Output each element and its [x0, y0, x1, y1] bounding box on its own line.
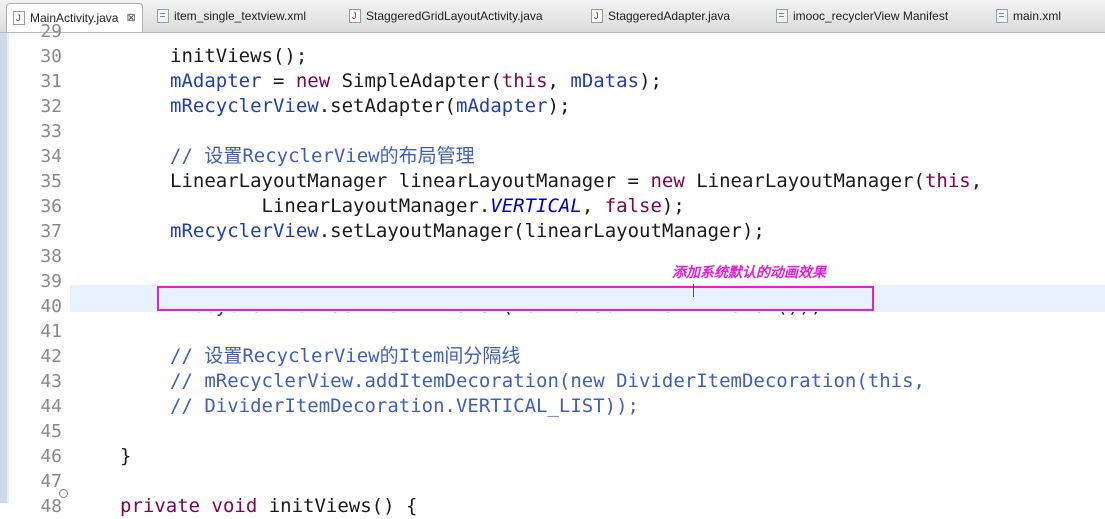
annotation-text: 添加系统默认的动画效果	[672, 265, 826, 281]
code-token: // 设置RecyclerView的Item间分隔线	[170, 345, 521, 367]
code-line[interactable]: 48 private void initViews() {	[0, 494, 1105, 519]
code-text: mRecyclerView.setLayoutManager(linearLay…	[170, 219, 765, 244]
code-token: mRecyclerView	[170, 220, 319, 242]
code-text: // 设置RecyclerView的Item间分隔线	[170, 344, 520, 369]
code-line[interactable]: 30 initViews();	[0, 44, 1105, 69]
annotation-highlight-box	[157, 286, 874, 311]
fold-icon[interactable]	[59, 489, 68, 498]
code-token: void	[211, 495, 258, 517]
code-token: =	[261, 70, 296, 92]
code-line[interactable]: 47	[0, 469, 1105, 494]
code-line[interactable]: 34 // 设置RecyclerView的布局管理	[0, 144, 1105, 169]
code-text: initViews();	[170, 44, 307, 69]
code-line[interactable]: 43 // mRecyclerView.addItemDecoration(new…	[0, 369, 1105, 394]
code-token: // 设置RecyclerView的布局管理	[170, 145, 475, 167]
code-line[interactable]: 46}	[0, 444, 1105, 469]
code-token: LinearLayoutManager linearLayoutManager …	[170, 170, 651, 192]
code-token: LinearLayoutManager.	[170, 195, 491, 217]
code-line[interactable]: 45	[0, 419, 1105, 444]
code-line[interactable]: 38	[0, 244, 1105, 269]
code-text: LinearLayoutManager.VERTICAL, false);	[170, 194, 685, 219]
line-number: 33	[40, 121, 62, 142]
line-number: 36	[40, 196, 62, 217]
code-text: private void initViews() {	[120, 494, 417, 519]
code-token: ,	[970, 170, 983, 192]
line-number: 32	[40, 96, 62, 117]
code-token: LinearLayoutManager(	[684, 170, 925, 192]
line-number: 45	[40, 421, 62, 442]
line-number: 34	[40, 146, 62, 167]
code-text: mRecyclerView.setAdapter(mAdapter);	[170, 94, 570, 119]
code-token: mAdapter	[170, 70, 262, 92]
code-text: // mRecyclerView.addItemDecoration(new D…	[170, 369, 925, 394]
code-text: LinearLayoutManager linearLayoutManager …	[170, 169, 982, 194]
code-token: initViews();	[170, 45, 308, 67]
code-token: );	[639, 70, 662, 92]
line-number: 41	[40, 321, 62, 342]
code-text: // 设置RecyclerView的布局管理	[170, 144, 475, 169]
code-token: SimpleAdapter(	[330, 70, 502, 92]
code-line[interactable]: 31 mAdapter = new SimpleAdapter(this, mDa…	[0, 69, 1105, 94]
line-number: 30	[40, 46, 62, 67]
line-number: 39	[40, 271, 62, 292]
code-text: // DividerItemDecoration.VERTICAL_LIST))…	[170, 394, 639, 419]
line-number: 35	[40, 171, 62, 192]
code-line[interactable]: 42 // 设置RecyclerView的Item间分隔线	[0, 344, 1105, 369]
line-number: 47	[40, 471, 62, 492]
code-token: .setLayoutManager(linearLayoutManager);	[318, 220, 765, 242]
code-token: false	[604, 195, 662, 217]
code-text: }	[120, 444, 131, 469]
line-number: 40	[40, 296, 62, 317]
line-number: 48	[40, 496, 62, 517]
code-token: );	[547, 95, 571, 117]
code-token: }	[120, 445, 132, 467]
line-number: 42	[40, 346, 62, 367]
line-number: 44	[40, 396, 62, 417]
code-token: this	[924, 170, 971, 192]
code-line[interactable]: 29	[0, 19, 1105, 44]
code-token: );	[661, 195, 685, 217]
code-editor[interactable]: 29 30 initViews(); 31 mAdapter = new SimpleA…	[0, 21, 1105, 517]
text-cursor	[693, 284, 694, 297]
code-line[interactable]: 35 LinearLayoutManager linearLayoutManage…	[0, 169, 1105, 194]
code-token: ,	[547, 70, 571, 92]
code-token: .setAdapter(	[318, 95, 456, 117]
code-token: mDatas	[570, 70, 640, 92]
code-line[interactable]: 36 LinearLayoutManager.VERTICAL, false);	[0, 194, 1105, 219]
code-text: mAdapter = new SimpleAdapter(this, mData…	[170, 69, 662, 94]
code-line[interactable]: 44 // DividerItemDecoration.VERTICAL_LIST…	[0, 394, 1105, 419]
line-number: 43	[40, 371, 62, 392]
code-token: this	[501, 70, 548, 92]
code-line[interactable]: 37 mRecyclerView.setLayoutManager(linearL…	[0, 219, 1105, 244]
code-token: mAdapter	[456, 95, 548, 117]
code-token: private	[120, 495, 201, 517]
code-token: // mRecyclerView.addItemDecoration(new D…	[170, 370, 925, 392]
line-number: 38	[40, 246, 62, 267]
code-line[interactable]: 33	[0, 119, 1105, 144]
code-token: // DividerItemDecoration.VERTICAL_LIST))…	[170, 395, 639, 417]
code-token: initViews() {	[257, 495, 418, 517]
line-number: 46	[40, 446, 62, 467]
code-token: mRecyclerView	[170, 95, 319, 117]
line-number: 31	[40, 71, 62, 92]
code-line[interactable]: 32 mRecyclerView.setAdapter(mAdapter);	[0, 94, 1105, 119]
line-number: 37	[40, 221, 62, 242]
code-token: new	[650, 170, 685, 192]
code-token: VERTICAL	[490, 195, 582, 217]
code-line[interactable]: 41	[0, 319, 1105, 344]
line-number: 29	[40, 21, 62, 42]
code-token: new	[295, 70, 331, 92]
code-token: ,	[581, 195, 605, 217]
